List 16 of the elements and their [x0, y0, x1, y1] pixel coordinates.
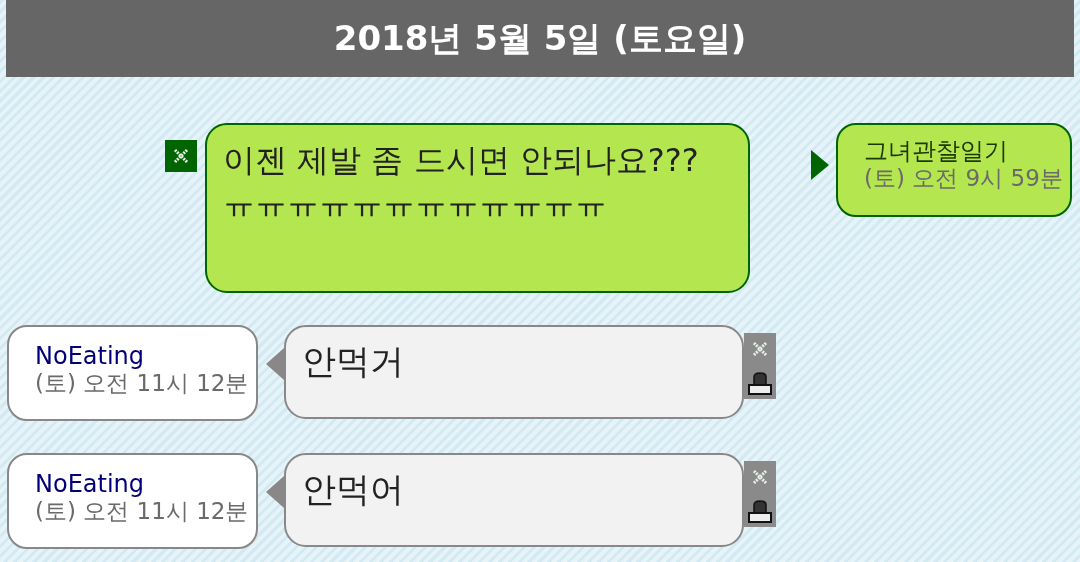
- message-time: (토) 오전 9시 59분: [864, 165, 1064, 191]
- lock-icon[interactable]: [744, 365, 776, 399]
- triangle-icon: [811, 150, 829, 180]
- sender-name: NoEating: [35, 342, 146, 370]
- sender-name: 그녀관찰일기: [864, 137, 1009, 165]
- triangle-icon: [266, 348, 284, 380]
- triangle-icon: [266, 476, 284, 508]
- lock-icon[interactable]: [744, 493, 776, 527]
- message-bubble: 안먹어: [284, 453, 744, 547]
- message-bubble: 이젠 제발 좀 드시면 안되나요???ㅠㅠㅠㅠㅠㅠㅠㅠㅠㅠㅠㅠ: [205, 123, 750, 293]
- message-time: (토) 오전 11시 12분: [34, 370, 250, 396]
- message-time: (토) 오전 11시 12분: [34, 498, 250, 524]
- sender-name: NoEating: [35, 470, 146, 498]
- date-header: 2018년 5월 5일 (토요일): [6, 0, 1074, 77]
- message-bubble: 안먹거: [284, 325, 744, 419]
- delete-icon[interactable]: [165, 140, 197, 172]
